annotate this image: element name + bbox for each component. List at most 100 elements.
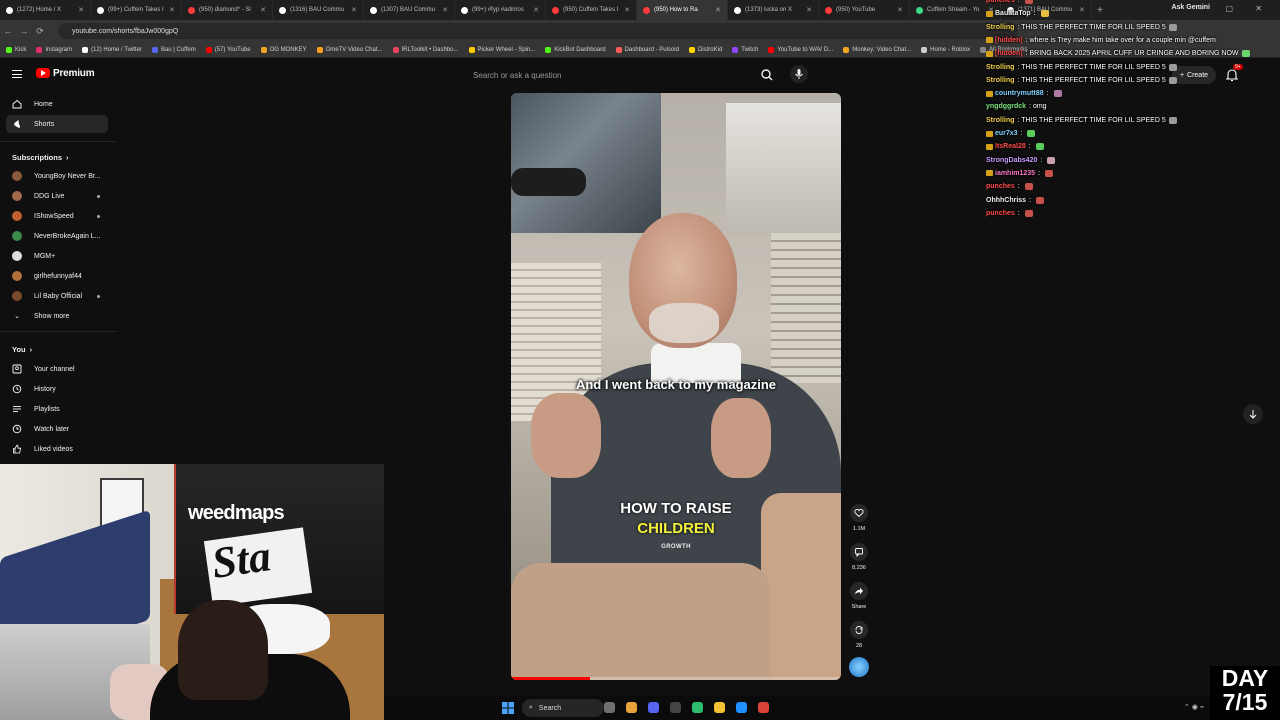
taskbar-app-icon[interactable] — [692, 702, 703, 713]
close-icon[interactable]: ✕ — [715, 6, 721, 14]
browser-tab[interactable]: (1373) lucka on X ✕ — [728, 0, 819, 20]
browser-tab[interactable]: (99+) Cuffem Takes I ✕ — [91, 0, 182, 20]
close-icon[interactable]: ✕ — [533, 6, 539, 14]
search-icon[interactable] — [758, 66, 776, 84]
close-icon[interactable]: ✕ — [897, 6, 903, 14]
next-short-button[interactable] — [1243, 404, 1263, 424]
browser-tab[interactable]: (1307) BAU Commu ✕ — [364, 0, 455, 20]
video-lap — [511, 563, 771, 680]
share-button[interactable]: Share — [849, 582, 869, 610]
channel-avatar[interactable] — [849, 657, 869, 677]
sidebar-item-playlists[interactable]: Playlists — [6, 400, 108, 418]
remix-button[interactable]: 28 — [849, 621, 869, 649]
sidebar-item-home[interactable]: Home — [6, 95, 108, 113]
bookmark-item[interactable]: Twitch — [732, 46, 758, 53]
browser-tab[interactable]: (1316) BAU Commu ✕ — [273, 0, 364, 20]
chat-emote-icon — [1044, 169, 1053, 177]
bookmark-item[interactable]: YouTube to WAV D... — [768, 46, 833, 53]
sidebar-item-history[interactable]: History — [6, 380, 108, 398]
subscription-item[interactable]: Lil Baby Official — [6, 287, 108, 305]
chat-username: eur7x3 — [995, 130, 1018, 137]
bookmark-favicon-icon — [82, 46, 89, 53]
chat-colon: : — [1038, 169, 1042, 177]
bookmark-item[interactable]: Instagram — [36, 46, 72, 53]
close-icon[interactable]: ✕ — [169, 6, 175, 14]
browser-tab[interactable]: (950) Cuffem Takes I ✕ — [546, 0, 637, 20]
subscription-item[interactable]: IShowSpeed — [6, 207, 108, 225]
bookmark-item[interactable]: (57) YouTube — [205, 46, 251, 53]
subscription-item[interactable]: MGM+ — [6, 247, 108, 265]
tab-favicon-icon — [188, 6, 195, 14]
youtube-brand[interactable]: Premium — [53, 68, 95, 79]
microphone-icon[interactable] — [790, 65, 808, 83]
reload-icon[interactable]: ⟳ — [32, 26, 48, 37]
close-icon[interactable]: ✕ — [351, 6, 357, 14]
taskbar-app-icon[interactable] — [604, 702, 615, 713]
system-tray[interactable]: ⌃ ◉ ⌁ — [1184, 703, 1204, 711]
bookmark-item[interactable]: Home - Roblox — [921, 46, 970, 53]
browser-tab[interactable]: (1272) Home / X ✕ — [0, 0, 91, 20]
live-indicator-icon — [97, 214, 100, 218]
subscription-item[interactable]: DDG Live — [6, 187, 108, 205]
bookmark-item[interactable]: IRLToolkit • Dashbo... — [392, 46, 459, 53]
like-button[interactable]: 1.1M — [849, 504, 869, 532]
subscription-item[interactable]: NeverBrokeAgain L... — [6, 227, 108, 245]
bookmark-item[interactable]: Kick — [6, 46, 26, 53]
bookmark-item[interactable]: Dashboard - Pulsoid — [615, 46, 679, 53]
url-field[interactable]: youtube.com/shorts/fbaJw000gpQ — [58, 23, 1018, 39]
sidebar-item-liked-videos[interactable]: Liked videos — [6, 440, 108, 458]
forward-icon[interactable]: → — [16, 26, 32, 36]
sidebar-item-watch-later[interactable]: Watch later — [6, 420, 108, 438]
taskbar-app-icon[interactable] — [736, 702, 747, 713]
account-icon — [12, 364, 22, 374]
channel-avatar-icon — [12, 171, 22, 181]
tab-title: (950) YouTube — [836, 7, 876, 13]
bookmark-item[interactable]: Picker Wheel - Spin... — [468, 46, 535, 53]
taskbar-app-icon[interactable] — [714, 702, 725, 713]
bookmark-item[interactable]: OG MONKEY — [260, 46, 307, 53]
windows-start-icon[interactable] — [502, 702, 514, 714]
sidebar-item-shorts[interactable]: Shorts — [6, 115, 108, 133]
sidebar-divider — [0, 141, 116, 142]
chat-emote-icon — [1168, 76, 1177, 84]
bookmark-item[interactable]: KickBot Dashboard — [545, 46, 606, 53]
back-icon[interactable]: ← — [0, 26, 16, 36]
taskbar-app-icon[interactable] — [648, 702, 659, 713]
show-more-button[interactable]: ⌄ Show more — [6, 307, 108, 325]
chat-username: [hidden] — [995, 50, 1023, 58]
comments-button[interactable]: 8,236 — [849, 543, 869, 571]
close-icon[interactable]: ✕ — [624, 6, 630, 14]
close-icon[interactable]: ✕ — [78, 6, 84, 14]
close-icon[interactable]: ✕ — [806, 6, 812, 14]
browser-tab[interactable]: (950) diamond* - Sl ✕ — [182, 0, 273, 20]
sidebar-item-your-channel[interactable]: Your channel — [6, 360, 108, 378]
bookmark-item[interactable]: (12) Home / Twitter — [82, 46, 142, 53]
video-progress-bar[interactable] — [511, 677, 841, 680]
subscription-item[interactable]: girlhefunnyaf44 — [6, 267, 108, 285]
search-input[interactable]: Search or ask a question — [466, 65, 756, 85]
chat-badge-icon — [986, 143, 993, 150]
bookmark-item[interactable]: DistroKid — [688, 46, 722, 53]
bookmark-item[interactable]: Bau | Cuffem — [151, 46, 196, 53]
menu-icon[interactable] — [12, 70, 22, 78]
you-heading[interactable]: You › — [12, 345, 32, 354]
taskbar-app-icon[interactable] — [626, 702, 637, 713]
browser-tab[interactable]: (950) How to Ra ✕ — [637, 0, 728, 20]
bookmark-item[interactable]: Monkey: Video Chat... — [843, 46, 911, 53]
youtube-logo-icon[interactable] — [36, 68, 50, 78]
browser-tab[interactable]: (99+) #fyp #adinros ✕ — [455, 0, 546, 20]
taskbar-app-icon[interactable] — [758, 702, 769, 713]
browser-tab[interactable]: (950) YouTube ✕ — [819, 0, 910, 20]
bookmark-item[interactable]: OmeTV Video Chat... — [316, 46, 383, 53]
close-icon[interactable]: ✕ — [260, 6, 266, 14]
short-video-player[interactable]: And I went back to my magazine HOW TO RA… — [511, 93, 841, 680]
video-caption: And I went back to my magazine — [575, 377, 777, 392]
taskbar-search[interactable]: ⌕ Search — [522, 699, 604, 717]
tab-title: (1307) BAU Commu — [381, 7, 436, 13]
taskbar-app-icon[interactable] — [670, 702, 681, 713]
shorts-icon — [12, 119, 22, 129]
chat-message: [hidden]: where is Trey make him take ov… — [986, 37, 1216, 44]
close-icon[interactable]: ✕ — [442, 6, 448, 14]
subscription-item[interactable]: YoungBoy Never Br... — [6, 167, 108, 185]
subscriptions-heading[interactable]: Subscriptions › — [12, 153, 69, 162]
